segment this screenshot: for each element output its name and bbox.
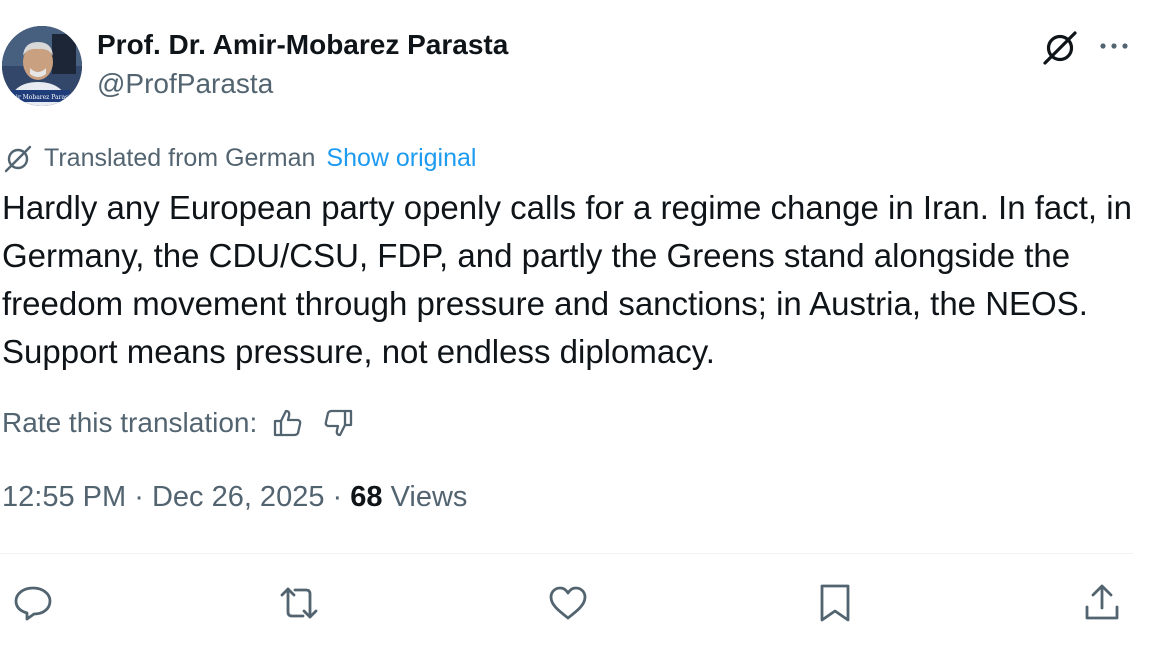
rate-translation: Rate this translation: xyxy=(2,404,355,442)
more-icon[interactable] xyxy=(1096,28,1132,64)
grok-icon xyxy=(2,142,34,174)
avatar[interactable]: Amir Mobarez Parasta xyxy=(2,26,82,106)
author-handle[interactable]: @ProfParasta xyxy=(97,68,273,100)
meta-separator: · xyxy=(134,481,144,513)
tweet-meta: 12:55 PM · Dec 26, 2025 · 68 Views xyxy=(2,481,467,514)
tweet-time[interactable]: 12:55 PM xyxy=(2,481,126,513)
divider xyxy=(0,553,1133,554)
thumbs-up-icon[interactable] xyxy=(271,406,305,440)
thumbs-down-icon[interactable] xyxy=(321,406,355,440)
avatar-caption: Amir Mobarez Parasta xyxy=(5,94,75,101)
share-icon[interactable] xyxy=(1079,580,1125,626)
views-count: 68 xyxy=(350,481,383,513)
meta-separator: · xyxy=(332,481,343,513)
views-label: Views xyxy=(390,481,468,513)
tweet-date[interactable]: Dec 26, 2025 xyxy=(152,481,325,513)
translation-notice: Translated from German Show original xyxy=(2,141,476,175)
retweet-icon[interactable] xyxy=(276,580,322,626)
translated-from-label: Translated from German xyxy=(44,143,316,172)
show-original-link[interactable]: Show original xyxy=(326,144,476,173)
author-display-name[interactable]: Prof. Dr. Amir-Mobarez Parasta xyxy=(97,29,508,61)
reply-icon[interactable] xyxy=(10,580,56,626)
tweet-text: Hardly any European party openly calls f… xyxy=(2,189,1132,370)
bookmark-icon[interactable] xyxy=(812,580,858,626)
like-icon[interactable] xyxy=(545,580,591,626)
grok-icon[interactable] xyxy=(1040,27,1080,67)
rate-translation-label: Rate this translation: xyxy=(2,407,258,438)
